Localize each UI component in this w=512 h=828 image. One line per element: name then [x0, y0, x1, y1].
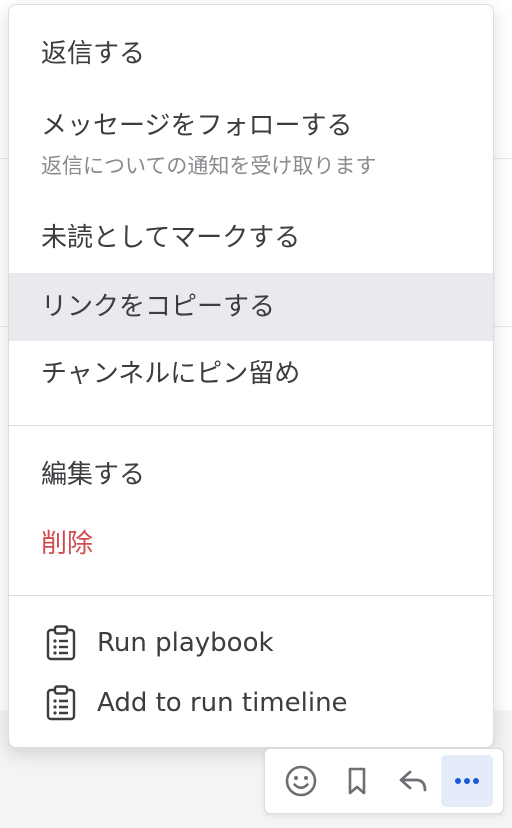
- menu-item-add-to-run-timeline[interactable]: Add to run timeline: [9, 675, 493, 731]
- more-actions-button[interactable]: [441, 755, 493, 807]
- post-actions-menu: 返信する メッセージをフォローする 返信についての通知を受け取ります 未読として…: [8, 4, 494, 748]
- menu-item-label: 編集する: [41, 460, 146, 490]
- menu-item-description: 返信についての通知を受け取ります: [41, 154, 377, 178]
- menu-item-pin-to-channel[interactable]: チャンネルにピン留め: [9, 359, 493, 389]
- more-dots-icon: [455, 778, 479, 784]
- clipboard-checklist-icon: [46, 625, 76, 661]
- menu-item-delete[interactable]: 削除: [9, 529, 493, 559]
- post-hover-toolbar: [264, 748, 504, 814]
- reply-button[interactable]: [387, 755, 439, 807]
- bookmark-icon: [348, 767, 366, 795]
- add-reaction-button[interactable]: [275, 755, 327, 807]
- menu-item-label: Add to run timeline: [97, 688, 348, 718]
- emoji-icon: [285, 765, 317, 797]
- menu-item-label: チャンネルにピン留め: [41, 359, 301, 389]
- menu-item-label: リンクをコピーする: [41, 292, 276, 322]
- menu-item-label: メッセージをフォローする: [41, 111, 353, 141]
- clipboard-checklist-icon: [46, 685, 76, 721]
- menu-item-copy-link[interactable]: リンクをコピーする: [9, 273, 493, 341]
- menu-item-mark-unread[interactable]: 未読としてマークする: [9, 223, 493, 253]
- reply-icon: [399, 770, 427, 792]
- menu-item-label: 返信する: [41, 39, 146, 69]
- menu-item-run-playbook[interactable]: Run playbook: [9, 615, 493, 671]
- menu-item-label: Run playbook: [97, 628, 274, 658]
- menu-divider: [9, 425, 493, 426]
- menu-item-reply[interactable]: 返信する: [9, 39, 493, 69]
- menu-item-edit[interactable]: 編集する: [9, 460, 493, 490]
- menu-item-follow-message[interactable]: メッセージをフォローする 返信についての通知を受け取ります: [9, 111, 493, 179]
- menu-divider: [9, 595, 493, 596]
- menu-item-label: 削除: [41, 529, 94, 559]
- save-message-button[interactable]: [331, 755, 383, 807]
- menu-item-label: 未読としてマークする: [41, 223, 301, 253]
